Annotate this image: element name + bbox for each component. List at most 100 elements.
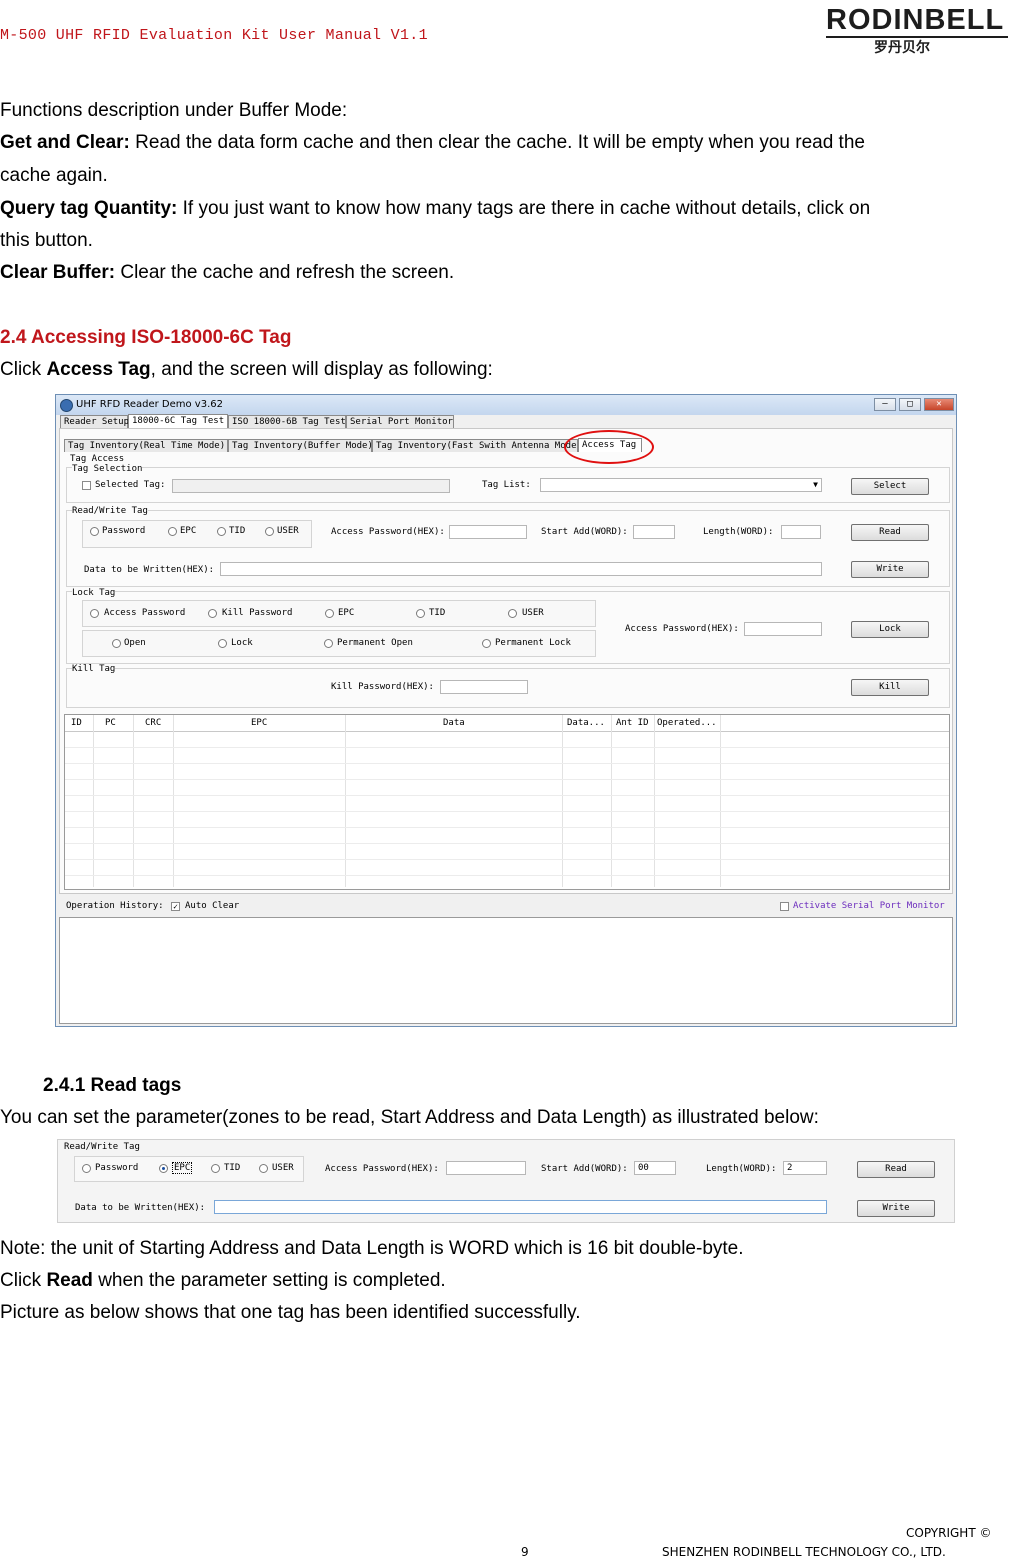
radio-permanent-open[interactable]	[324, 639, 333, 648]
page-number: 9	[521, 1545, 529, 1559]
row-divider	[65, 779, 949, 780]
rw-length-input[interactable]: 2	[783, 1161, 827, 1175]
picture-paragraph: Picture as below shows that one tag has …	[0, 1302, 581, 1323]
radio-lock[interactable]	[218, 639, 227, 648]
query-text: If you just want to know how many tags a…	[177, 198, 871, 219]
row-divider	[65, 859, 949, 860]
rw-access-password-input[interactable]	[446, 1161, 526, 1175]
rw-access-password-label: Access Password(HEX):	[325, 1164, 439, 1174]
rw-radio-user-label: USER	[272, 1163, 294, 1173]
window-title: UHF RFD Reader Demo v3.62	[76, 399, 223, 410]
kill-button[interactable]: Kill	[851, 679, 929, 696]
radio-tid[interactable]	[217, 527, 226, 536]
selected-tag-checkbox[interactable]	[82, 481, 91, 490]
table-header-divider	[65, 731, 949, 732]
subtab-buffer[interactable]: Tag Inventory(Buffer Mode)	[228, 439, 373, 452]
activate-monitor-checkbox[interactable]	[780, 902, 789, 911]
start-add-label: Start Add(WORD):	[541, 527, 628, 537]
start-add-input[interactable]	[633, 525, 675, 539]
access-password-input[interactable]	[449, 525, 527, 539]
query-label: Query tag Quantity:	[0, 198, 178, 219]
open-label: Open	[124, 638, 146, 648]
lock-access-password-label: Access Password	[104, 608, 186, 618]
radio-permanent-lock[interactable]	[482, 639, 491, 648]
rw-start-add-label: Start Add(WORD):	[541, 1164, 628, 1174]
clear-buffer-label: Clear Buffer:	[0, 262, 116, 283]
auto-clear-label: Auto Clear	[185, 901, 240, 911]
permanent-open-label: Permanent Open	[337, 638, 413, 648]
parameter-paragraph: You can set the parameter(zones to be re…	[0, 1107, 819, 1128]
results-table[interactable]: ID PC CRC EPC Data Data... Ant ID Operat…	[64, 714, 950, 890]
rw-radio-epc-label: EPC	[172, 1162, 193, 1174]
rw-radio-user[interactable]	[259, 1164, 268, 1173]
selected-tag-label: Selected Tag:	[95, 480, 166, 490]
rw-radio-epc[interactable]	[159, 1164, 168, 1173]
row-divider	[65, 795, 949, 796]
manual-title: M-500 UHF RFID Evaluation Kit User Manua…	[0, 27, 428, 44]
tab-iso-18000-6b[interactable]: ISO 18000-6B Tag Test	[228, 415, 346, 428]
col-divider	[133, 715, 134, 887]
read-emphasis: Read	[46, 1270, 93, 1291]
tag-list-dropdown[interactable]: ▼	[540, 478, 822, 492]
logo-underline	[826, 36, 1008, 38]
select-button[interactable]: Select	[851, 478, 929, 495]
read-button[interactable]: Read	[851, 524, 929, 541]
lock-epc-label: EPC	[338, 608, 355, 618]
maximize-icon[interactable]: □	[899, 398, 921, 411]
click-pre-text: Click	[0, 359, 47, 380]
data-written-input[interactable]	[220, 562, 822, 576]
kill-password-input[interactable]	[440, 680, 528, 694]
radio-user[interactable]	[265, 527, 274, 536]
minimize-icon[interactable]: –	[874, 398, 896, 411]
col-pc: PC	[105, 718, 116, 728]
radio-lock-kill-password[interactable]	[208, 609, 217, 618]
radio-password[interactable]	[90, 527, 99, 536]
close-icon[interactable]: ✕	[924, 398, 954, 411]
radio-lock-user[interactable]	[508, 609, 517, 618]
lock-tag-label: Lock Tag	[72, 588, 116, 598]
length-input[interactable]	[781, 525, 821, 539]
tag-list-label: Tag List:	[482, 480, 531, 490]
col-divider	[720, 715, 721, 887]
tab-serial-monitor[interactable]: Serial Port Monitor	[346, 415, 454, 428]
rw-read-button[interactable]: Read	[857, 1161, 935, 1178]
activate-monitor-label: Activate Serial Port Monitor	[793, 901, 945, 911]
radio-open[interactable]	[112, 639, 121, 648]
read-write-label: Read/Write Tag	[72, 506, 148, 516]
auto-clear-checkbox[interactable]: ✓	[171, 902, 180, 911]
get-clear-text: Read the data form cache and then clear …	[129, 132, 865, 153]
tab-reader-setup[interactable]: Reader Setup	[60, 415, 129, 428]
tab-18000-6c[interactable]: 18000-6C Tag Test	[128, 414, 228, 428]
rw-start-add-input[interactable]: 00	[634, 1161, 676, 1175]
subtab-realtime[interactable]: Tag Inventory(Real Time Mode)	[64, 439, 228, 452]
col-crc: CRC	[145, 718, 162, 728]
col-data-len: Data...	[567, 718, 605, 728]
app-icon	[60, 399, 73, 412]
radio-tid-label: TID	[229, 526, 246, 536]
radio-lock-access-password[interactable]	[90, 609, 99, 618]
section-heading: 2.4 Accessing ISO-18000-6C Tag	[0, 327, 292, 348]
logo-wordmark: RODINBELL	[826, 4, 1005, 36]
note-paragraph: Note: the unit of Starting Address and D…	[0, 1238, 744, 1259]
radio-password-label: Password	[102, 526, 146, 536]
radio-lock-epc[interactable]	[325, 609, 334, 618]
radio-lock-tid[interactable]	[416, 609, 425, 618]
row-divider	[65, 875, 949, 876]
lock-label: Lock	[231, 638, 253, 648]
write-button[interactable]: Write	[851, 561, 929, 578]
rw-write-button[interactable]: Write	[857, 1200, 935, 1217]
lock-tid-label: TID	[429, 608, 446, 618]
rw-radio-tid[interactable]	[211, 1164, 220, 1173]
lock-access-password-input[interactable]	[744, 622, 822, 636]
radio-epc-label: EPC	[180, 526, 197, 536]
click-read-post: when the parameter setting is completed.	[92, 1270, 446, 1291]
rw-data-written-input[interactable]	[214, 1200, 827, 1214]
col-operated: Operated...	[657, 718, 717, 728]
lock-button[interactable]: Lock	[851, 621, 929, 638]
operation-history-log[interactable]	[59, 917, 953, 1024]
radio-epc[interactable]	[168, 527, 177, 536]
selected-tag-input[interactable]	[172, 479, 450, 493]
subtab-fast-switch[interactable]: Tag Inventory(Fast Swith Antenna Mode)	[372, 439, 582, 452]
row-divider	[65, 811, 949, 812]
rw-radio-password[interactable]	[82, 1164, 91, 1173]
